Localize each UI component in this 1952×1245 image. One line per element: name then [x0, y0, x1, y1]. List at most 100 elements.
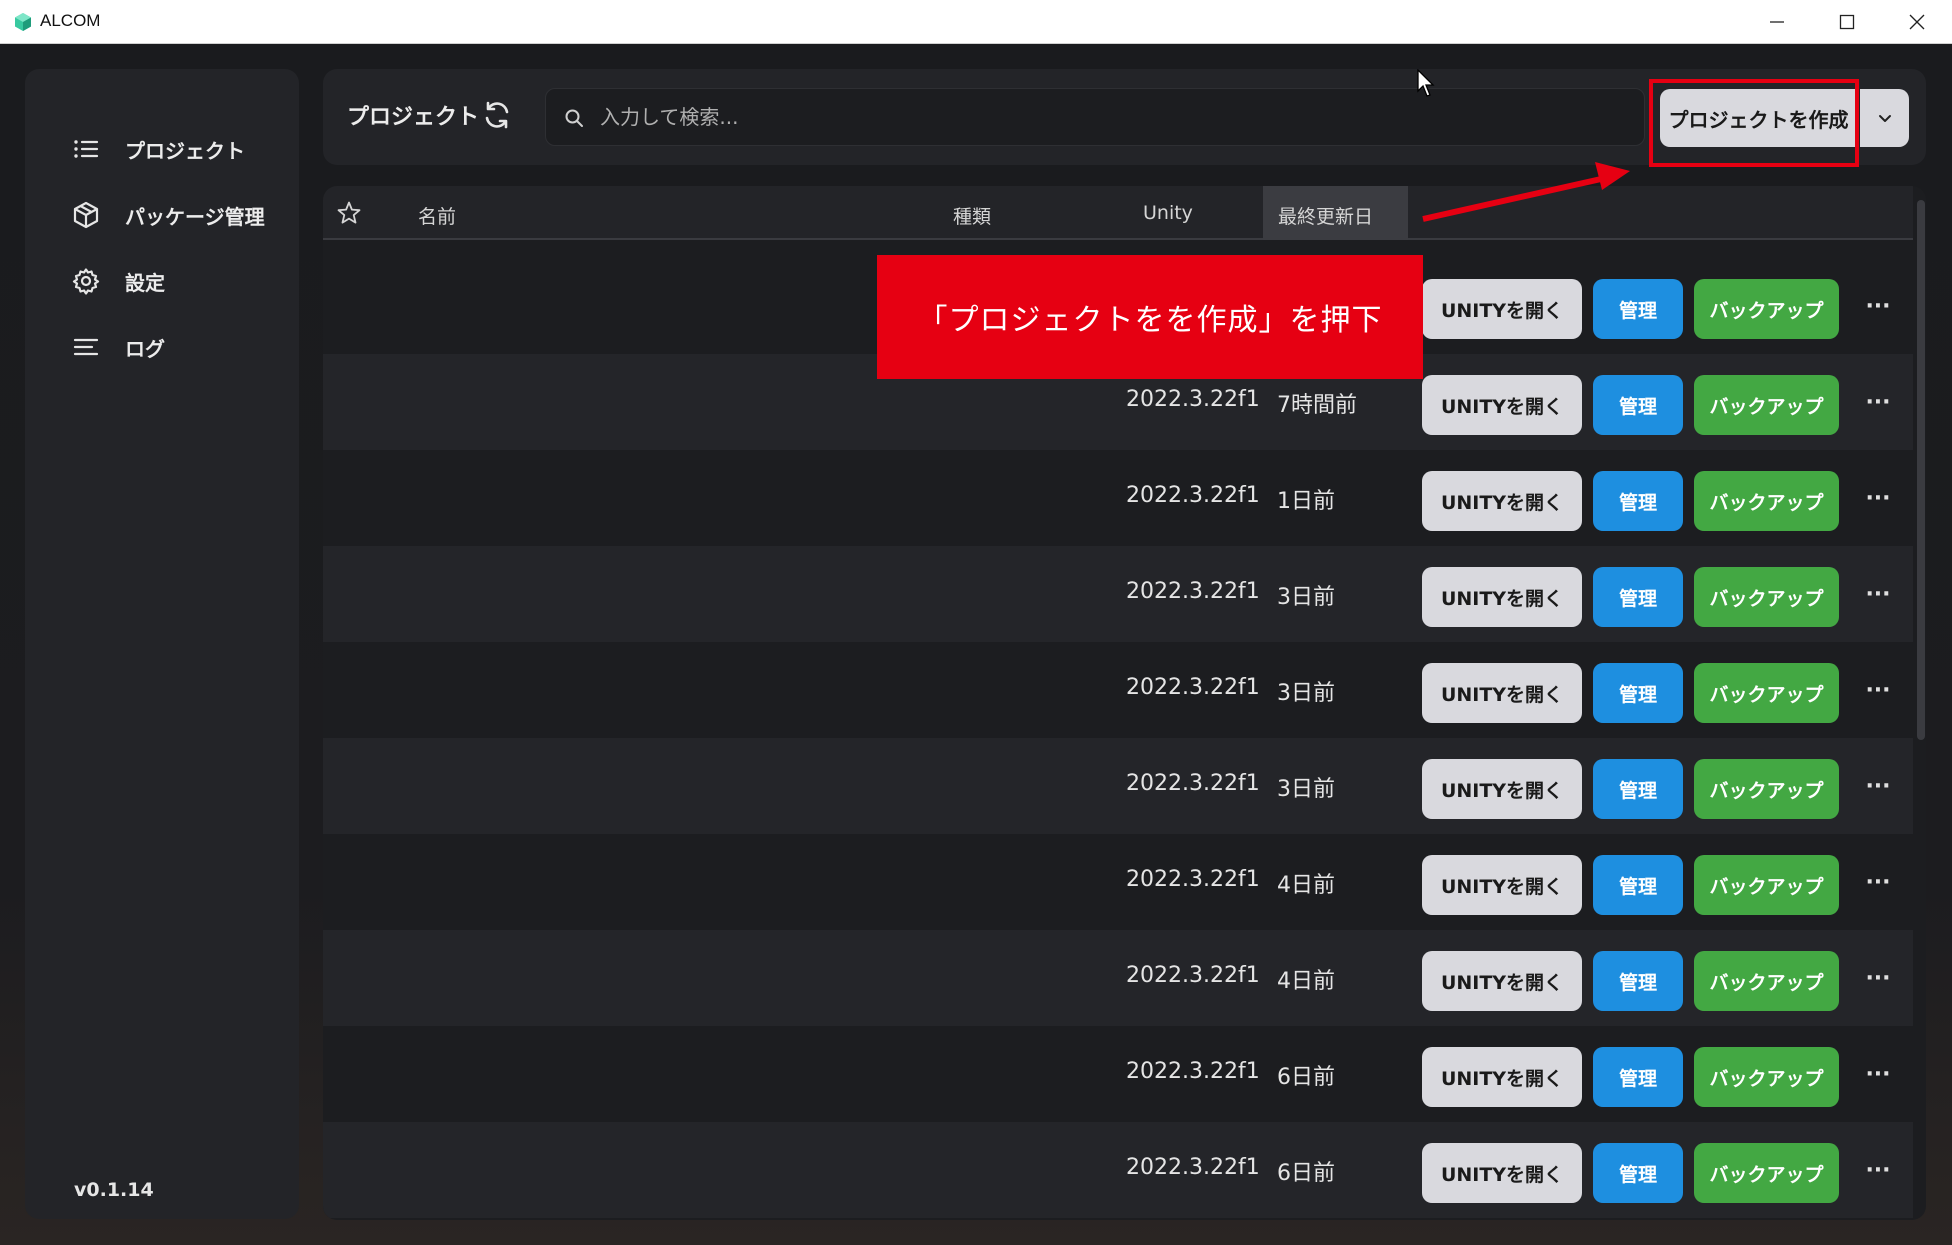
open-unity-button[interactable]: UNITYを開く	[1422, 855, 1582, 915]
manage-button[interactable]: 管理	[1593, 855, 1683, 915]
open-unity-button[interactable]: UNITYを開く	[1422, 567, 1582, 627]
last-modified: 6日前	[1277, 1161, 1335, 1186]
last-modified: 3日前	[1277, 681, 1335, 706]
sidebar-item-label: ログ	[125, 336, 165, 361]
open-unity-button[interactable]: UNITYを開く	[1422, 279, 1582, 339]
backup-button[interactable]: バックアップ	[1694, 471, 1839, 531]
open-unity-button[interactable]: UNITYを開く	[1422, 1143, 1582, 1203]
more-options-button[interactable]: ···	[1863, 963, 1893, 993]
backup-button[interactable]: バックアップ	[1694, 951, 1839, 1011]
sidebar-item-label: プロジェクト	[125, 138, 245, 163]
unity-version: 2022.3.22f1	[1126, 1155, 1260, 1180]
package-icon	[73, 201, 99, 229]
search-input[interactable]	[600, 89, 1630, 145]
backup-button[interactable]: バックアップ	[1694, 663, 1839, 723]
last-modified: 6日前	[1277, 1065, 1335, 1090]
sidebar-item-label: パッケージ管理	[125, 204, 265, 229]
table-row[interactable]: 2022.3.22f1 3日前 UNITYを開く 管理 バックアップ ···	[323, 642, 1913, 738]
unity-version: 2022.3.22f1	[1126, 387, 1260, 412]
table-row[interactable]: 2022.3.22f1 6日前 UNITYを開く 管理 バックアップ ···	[323, 1026, 1913, 1122]
more-options-button[interactable]: ···	[1863, 771, 1893, 801]
sidebar-item-settings[interactable]: 設定	[72, 261, 165, 301]
manage-button[interactable]: 管理	[1593, 951, 1683, 1011]
scrollbar[interactable]	[1917, 200, 1925, 740]
table-row[interactable]: 2022.3.22f1 4日前 UNITYを開く 管理 バックアップ ···	[323, 930, 1913, 1026]
last-modified: 4日前	[1277, 873, 1335, 898]
backup-button[interactable]: バックアップ	[1694, 279, 1839, 339]
sidebar-item-label: 設定	[125, 270, 165, 295]
unity-version: 2022.3.22f1	[1126, 483, 1260, 508]
unity-version: 2022.3.22f1	[1126, 675, 1260, 700]
backup-button[interactable]: バックアップ	[1694, 855, 1839, 915]
open-unity-button[interactable]: UNITYを開く	[1422, 375, 1582, 435]
close-icon	[1909, 14, 1925, 30]
open-unity-button[interactable]: UNITYを開く	[1422, 663, 1582, 723]
sidebar-item-projects[interactable]: プロジェクト	[72, 129, 245, 169]
more-options-button[interactable]: ···	[1863, 579, 1893, 609]
mouse-cursor-icon	[1417, 69, 1435, 97]
create-project-dropdown[interactable]	[1860, 89, 1909, 147]
backup-button[interactable]: バックアップ	[1694, 1143, 1839, 1203]
table-row[interactable]: 2022.3.22f1 3日前 UNITYを開く 管理 バックアップ ···	[323, 546, 1913, 642]
sidebar-item-logs[interactable]: ログ	[72, 327, 165, 367]
search-icon	[565, 109, 583, 127]
open-unity-button[interactable]: UNITYを開く	[1422, 1047, 1582, 1107]
chevron-down-icon	[1878, 115, 1891, 122]
manage-button[interactable]: 管理	[1593, 663, 1683, 723]
more-options-button[interactable]: ···	[1863, 1155, 1893, 1185]
maximize-button[interactable]	[1812, 0, 1882, 44]
table-header: 名前 種類 Unity 最終更新日	[323, 186, 1913, 240]
table-row[interactable]: 2022.3.22f1 3日前 UNITYを開く 管理 バックアップ ···	[323, 738, 1913, 834]
manage-button[interactable]: 管理	[1593, 375, 1683, 435]
sidebar: プロジェクト パッケージ管理 設定 ログ v0.1.14	[25, 69, 299, 1219]
unity-version: 2022.3.22f1	[1126, 771, 1260, 796]
unity-version: 2022.3.22f1	[1126, 579, 1260, 604]
backup-button[interactable]: バックアップ	[1694, 375, 1839, 435]
refresh-icon[interactable]	[481, 99, 513, 131]
manage-button[interactable]: 管理	[1593, 279, 1683, 339]
table-row[interactable]: 2022.3.22f1 1日前 UNITYを開く 管理 バックアップ ···	[323, 450, 1913, 546]
more-options-button[interactable]: ···	[1863, 675, 1893, 705]
list-icon	[74, 140, 99, 158]
backup-button[interactable]: バックアップ	[1694, 759, 1839, 819]
manage-button[interactable]: 管理	[1593, 1143, 1683, 1203]
backup-button[interactable]: バックアップ	[1694, 1047, 1839, 1107]
app-version: v0.1.14	[74, 1179, 154, 1201]
open-unity-button[interactable]: UNITYを開く	[1422, 471, 1582, 531]
more-options-button[interactable]: ···	[1863, 1059, 1893, 1089]
log-lines-icon	[73, 338, 99, 356]
manage-button[interactable]: 管理	[1593, 471, 1683, 531]
annotation-callout: 「プロジェクトをを作成」を押下	[877, 255, 1423, 379]
close-button[interactable]	[1882, 0, 1952, 44]
open-unity-button[interactable]: UNITYを開く	[1422, 759, 1582, 819]
unity-version: 2022.3.22f1	[1126, 1059, 1260, 1084]
last-modified: 4日前	[1277, 969, 1335, 994]
manage-button[interactable]: 管理	[1593, 1047, 1683, 1107]
app-body: プロジェクト パッケージ管理 設定 ログ v0.1.14 プロジェクト 入力して…	[0, 44, 1952, 1245]
minimize-button[interactable]	[1742, 0, 1812, 44]
window-title: ALCOM	[40, 11, 101, 30]
maximize-icon	[1839, 14, 1855, 30]
table-row[interactable]: 2022.3.22f1 4日前 UNITYを開く 管理 バックアップ ···	[323, 834, 1913, 930]
column-type[interactable]: 種類	[953, 202, 991, 229]
column-name[interactable]: 名前	[418, 202, 456, 229]
annotation-highlight-box	[1649, 79, 1859, 167]
alcom-cube-icon	[15, 13, 31, 31]
manage-button[interactable]: 管理	[1593, 759, 1683, 819]
last-modified: 3日前	[1277, 777, 1335, 802]
more-options-button[interactable]: ···	[1863, 483, 1893, 513]
sidebar-item-packages[interactable]: パッケージ管理	[72, 195, 265, 235]
gear-icon	[72, 268, 100, 295]
backup-button[interactable]: バックアップ	[1694, 567, 1839, 627]
table-row[interactable]: 2022.3.22f1 6日前 UNITYを開く 管理 バックアップ ···	[323, 1122, 1913, 1218]
more-options-button[interactable]: ···	[1863, 387, 1893, 417]
more-options-button[interactable]: ···	[1863, 291, 1893, 321]
minimize-icon	[1770, 21, 1784, 23]
more-options-button[interactable]: ···	[1863, 867, 1893, 897]
column-unity[interactable]: Unity	[1143, 202, 1193, 224]
open-unity-button[interactable]: UNITYを開く	[1422, 951, 1582, 1011]
manage-button[interactable]: 管理	[1593, 567, 1683, 627]
column-last-modified[interactable]: 最終更新日	[1278, 202, 1373, 229]
star-icon[interactable]	[336, 200, 362, 226]
last-modified: 1日前	[1277, 489, 1335, 514]
